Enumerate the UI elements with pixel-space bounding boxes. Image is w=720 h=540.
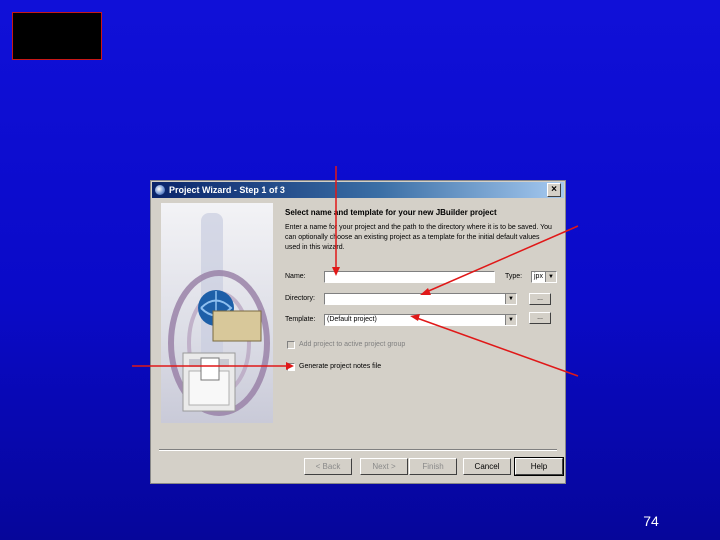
arrowhead-name: [332, 267, 340, 276]
page-number: 74: [643, 513, 659, 529]
arrowhead-generate: [286, 362, 294, 370]
arrowhead-template: [410, 314, 420, 321]
arrowhead-directory: [420, 288, 431, 295]
arrow-to-template: [413, 316, 579, 377]
arrow-to-directory: [423, 225, 579, 294]
annotation-arrows: [132, 166, 579, 377]
